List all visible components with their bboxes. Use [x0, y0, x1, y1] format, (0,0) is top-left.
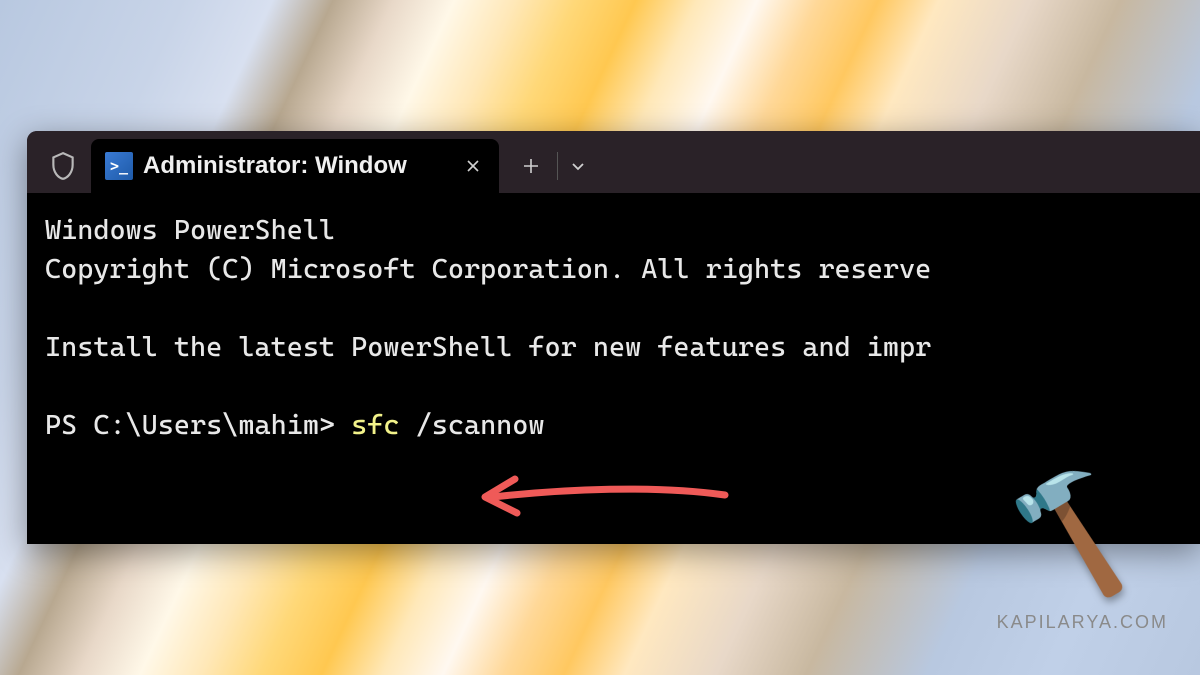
output-line: Copyright (C) Microsoft Corporation. All… — [45, 253, 931, 285]
tab-title: Administrator: Window — [143, 152, 451, 180]
tab-toolbar — [505, 139, 598, 193]
admin-shield-icon — [39, 139, 87, 193]
command-binary: sfc — [351, 409, 399, 441]
active-tab[interactable]: >_ Administrator: Window — [91, 139, 499, 193]
watermark-text: KAPILARYA.COM — [997, 612, 1168, 633]
new-tab-button[interactable] — [505, 139, 557, 193]
powershell-icon: >_ — [105, 152, 133, 180]
tab-bar: >_ Administrator: Window — [27, 131, 1200, 193]
close-tab-button[interactable] — [461, 154, 485, 178]
output-line: Windows PowerShell — [45, 214, 335, 246]
hammer-icon: 🔨 — [993, 455, 1150, 606]
tab-dropdown-button[interactable] — [558, 139, 598, 193]
prompt-text: PS C:\Users\mahim> — [45, 409, 351, 441]
command-args: /scannow — [400, 409, 545, 441]
output-line: Install the latest PowerShell for new fe… — [45, 331, 931, 363]
